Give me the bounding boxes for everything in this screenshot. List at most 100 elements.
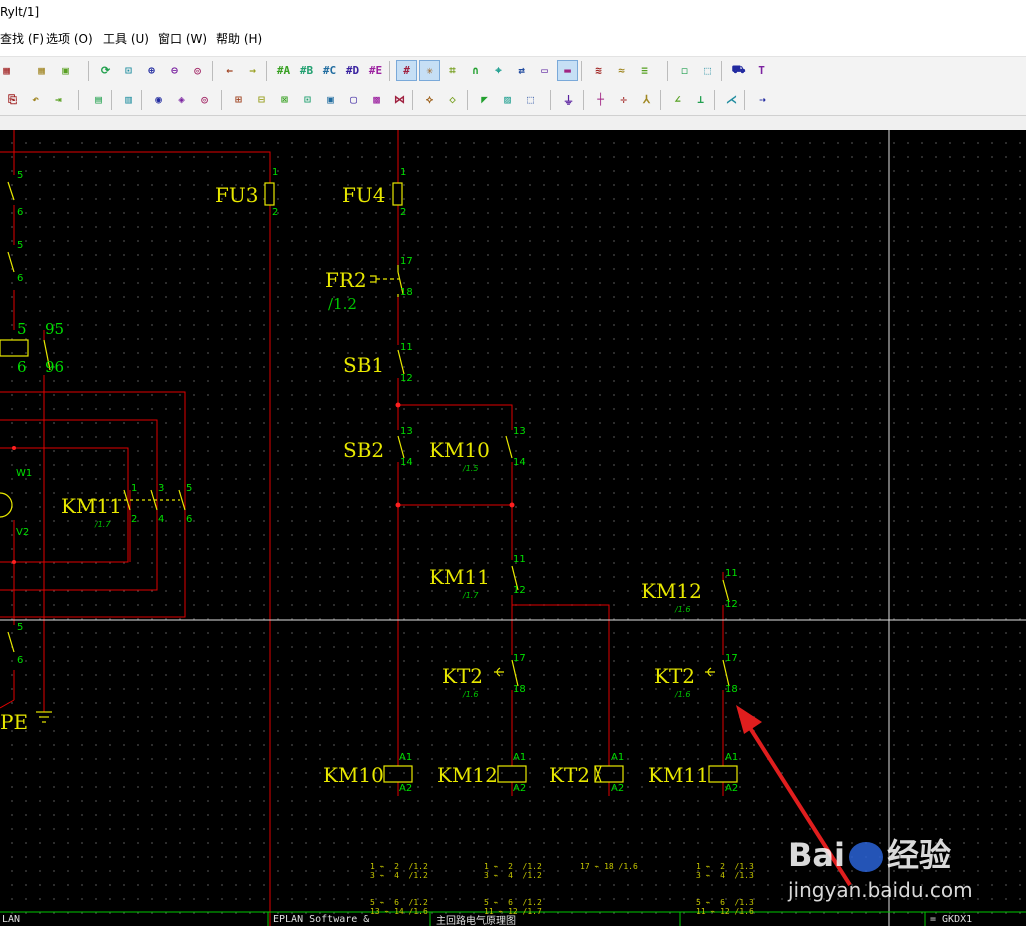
- dash-line-icon[interactable]: ⇢: [752, 89, 773, 110]
- zoom-out-icon[interactable]: ⊖: [164, 60, 185, 81]
- zoom-area-icon[interactable]: ⊡: [118, 60, 139, 81]
- contact-left-a: [7, 181, 15, 201]
- zoom-in-icon[interactable]: ⊕: [141, 60, 162, 81]
- page-icon[interactable]: ▦: [0, 60, 17, 81]
- label-sb2: SB2: [343, 438, 385, 462]
- ref-km12-right: /1.6: [675, 605, 691, 614]
- junction-dot: [395, 402, 401, 408]
- toolbar-separator: [221, 90, 222, 110]
- fuse-fu4-symbol: [392, 182, 403, 206]
- grid-a-icon[interactable]: #A: [273, 60, 294, 81]
- export-icon[interactable]: ⇥: [48, 89, 69, 110]
- terminal-icon[interactable]: ◈: [171, 89, 192, 110]
- label-w1: W1: [16, 468, 33, 479]
- label-km11-left: KM11: [61, 494, 122, 518]
- menu-window[interactable]: 窗口 (W): [158, 30, 207, 47]
- select-icon[interactable]: ⬚: [697, 60, 718, 81]
- ref-km11-left: /1.7: [95, 520, 111, 529]
- pin-number: 1: [131, 483, 138, 494]
- pin-number: 6: [186, 514, 193, 525]
- crosshair-icon[interactable]: ⌗: [442, 60, 463, 81]
- toolbar-separator: [667, 61, 668, 81]
- coil-c-icon[interactable]: ▩: [366, 89, 387, 110]
- grid-b-icon[interactable]: #B: [296, 60, 317, 81]
- ground-icon[interactable]: ⏚: [558, 89, 579, 110]
- cable-icon[interactable]: ⋈: [389, 89, 410, 110]
- motor-icon[interactable]: ◉: [148, 89, 169, 110]
- monitor-icon[interactable]: ▣: [55, 60, 76, 81]
- ruler-icon[interactable]: ▬: [557, 60, 578, 81]
- macro-icon[interactable]: ▥: [118, 89, 139, 110]
- coil-icon[interactable]: ▣: [320, 89, 341, 110]
- arrow-left-icon[interactable]: ←: [219, 60, 240, 81]
- wave-icon[interactable]: ≈: [611, 60, 632, 81]
- pin-number: A2: [611, 783, 625, 794]
- watermark-brand: Bai 经验: [788, 836, 951, 874]
- pin-number: 17: [725, 653, 738, 664]
- zoom-100-icon[interactable]: ◎: [187, 60, 208, 81]
- contact-d-icon[interactable]: ⊡: [297, 89, 318, 110]
- angle-icon[interactable]: ∠: [667, 89, 688, 110]
- toolbar-separator: [721, 61, 722, 81]
- pin-number: 2: [131, 514, 138, 525]
- footer-title: 主回路电气原理图: [436, 916, 516, 927]
- toolbar-separator: [583, 90, 584, 110]
- refresh-icon[interactable]: ⟳: [95, 60, 116, 81]
- tee-icon[interactable]: ⊥: [690, 89, 711, 110]
- lines-icon[interactable]: ≋: [588, 60, 609, 81]
- device-icon[interactable]: ▤: [88, 89, 109, 110]
- menu-find[interactable]: 查找 (F): [0, 30, 44, 47]
- pin-number: 1: [400, 167, 407, 178]
- schematic-canvas[interactable]: FU3 FU4 FR2 /1.2 SB1 SB2 KM10 /1.5 KM11 …: [0, 130, 1026, 927]
- snap-icon[interactable]: ✳: [419, 60, 440, 81]
- connect-icon[interactable]: ⌖: [488, 60, 509, 81]
- text-icon[interactable]: T: [751, 60, 772, 81]
- label-coil-kt2: KT2: [549, 763, 591, 787]
- arrow-right-icon[interactable]: →: [242, 60, 263, 81]
- toolbar-separator: [78, 90, 79, 110]
- grid-toggle-icon[interactable]: #: [396, 60, 417, 81]
- label-fu4: FU4: [342, 183, 386, 207]
- contact-sb2-blade: [397, 435, 405, 459]
- contact-c-icon[interactable]: ⊠: [274, 89, 295, 110]
- frame-icon[interactable]: ◻: [674, 60, 695, 81]
- menu-options[interactable]: 选项 (O): [46, 30, 93, 47]
- route-icon[interactable]: ⇄: [511, 60, 532, 81]
- menu-help[interactable]: 帮助 (H): [216, 30, 262, 47]
- grid-c-icon[interactable]: #C: [319, 60, 340, 81]
- coil-b-icon[interactable]: ▢: [343, 89, 364, 110]
- plug-icon[interactable]: ◎: [194, 89, 215, 110]
- pin-number: 5: [17, 320, 27, 338]
- undo-page-icon[interactable]: ↶: [25, 89, 46, 110]
- label-km10-contact: KM10: [429, 438, 490, 462]
- shield-line-icon[interactable]: ⟡: [419, 89, 440, 110]
- hatch-icon[interactable]: ≡: [634, 60, 655, 81]
- junction-icon[interactable]: ┼: [590, 89, 611, 110]
- new-page-icon[interactable]: ⎘: [2, 89, 23, 110]
- magnet-icon[interactable]: ∩: [465, 60, 486, 81]
- bus-icon[interactable]: ◤: [474, 89, 495, 110]
- pin-number: 14: [400, 457, 413, 468]
- wire-fu3-feed: [0, 151, 271, 183]
- break-icon[interactable]: ⋌: [721, 89, 742, 110]
- dashed-box-icon[interactable]: ⬚: [520, 89, 541, 110]
- wire-icon[interactable]: ◇: [442, 89, 463, 110]
- motor-symbol: [0, 492, 13, 518]
- cart-icon[interactable]: ⛟: [728, 60, 749, 81]
- toolbar-separator: [660, 90, 661, 110]
- hatch2-icon[interactable]: ▨: [497, 89, 518, 110]
- counter-icon[interactable]: ▭: [534, 60, 555, 81]
- cross-icon[interactable]: ✛: [613, 89, 634, 110]
- ref-km10-contact: /1.5: [463, 464, 479, 473]
- contact-mirror-km10: 1 ⌁ 2 /1.2 3 ⌁ 4 /1.2 5 ⌁ 6 /1.2 13 ⌁ 14 /…: [370, 862, 428, 916]
- contact-a-icon[interactable]: ⊞: [228, 89, 249, 110]
- toolbar-separator: [266, 61, 267, 81]
- menu-tools[interactable]: 工具 (U): [103, 30, 149, 47]
- pin-number: A1: [611, 752, 625, 763]
- grid-icon[interactable]: ▦: [31, 60, 52, 81]
- contact-b-icon[interactable]: ⊟: [251, 89, 272, 110]
- branch-icon[interactable]: ⅄: [636, 89, 657, 110]
- grid-e-icon[interactable]: #E: [365, 60, 386, 81]
- canvas-top-strip: [0, 116, 1026, 131]
- grid-d-icon[interactable]: #D: [342, 60, 363, 81]
